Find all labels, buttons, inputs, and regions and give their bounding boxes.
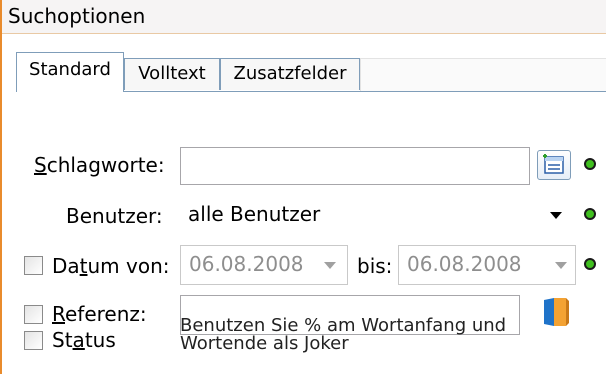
datum-bis-label: bis: [357,254,393,278]
list-picker-icon [543,154,564,174]
tab-standard-label: Standard [29,59,111,80]
benutzer-status-dot-icon [584,208,596,220]
wildcard-hint-text: Benutzen Sie % am Wortanfang und Wortend… [180,317,506,353]
tab-volltext-label: Volltext [138,63,206,84]
tab-divider [120,91,606,92]
benutzer-label: Benutzer: [66,204,163,228]
schlagworte-picker-button[interactable] [537,150,571,180]
schlagworte-input[interactable] [180,147,530,185]
status-label: Status [52,328,116,352]
status-checkbox[interactable] [24,331,43,350]
datum-checkbox[interactable] [24,256,43,275]
datum-von-dropdown-arrow-icon[interactable] [324,262,336,269]
referenz-checkbox[interactable] [24,305,43,324]
folder-icon [544,298,569,326]
datum-bis-input[interactable]: 06.08.2008 [398,245,576,285]
datum-von-input[interactable]: 06.08.2008 [180,245,348,285]
panel-title-bar: Suchoptionen [2,0,606,34]
panel-title: Suchoptionen [8,4,146,28]
tab-standard[interactable]: Standard [16,52,124,92]
referenz-label: Referenz: [52,302,147,326]
schlagworte-label: Schlagworte: [34,153,165,177]
benutzer-select[interactable]: alle Benutzer [180,196,576,234]
tab-zusatzfelder[interactable]: Zusatzfelder [220,58,360,90]
tab-strip-filler [360,58,606,91]
benutzer-dropdown-arrow-icon[interactable] [550,212,562,219]
referenz-picker-button[interactable] [538,296,572,328]
hint-line-2: Wortende als Joker [180,333,349,354]
tab-volltext[interactable]: Volltext [124,58,220,90]
datum-status-dot-icon [584,258,596,270]
datum-label: Datum von: [52,254,170,278]
tab-zusatzfelder-label: Zusatzfelder [233,63,347,84]
schlagworte-status-dot-icon [584,158,596,170]
datum-bis-dropdown-arrow-icon[interactable] [555,262,567,269]
